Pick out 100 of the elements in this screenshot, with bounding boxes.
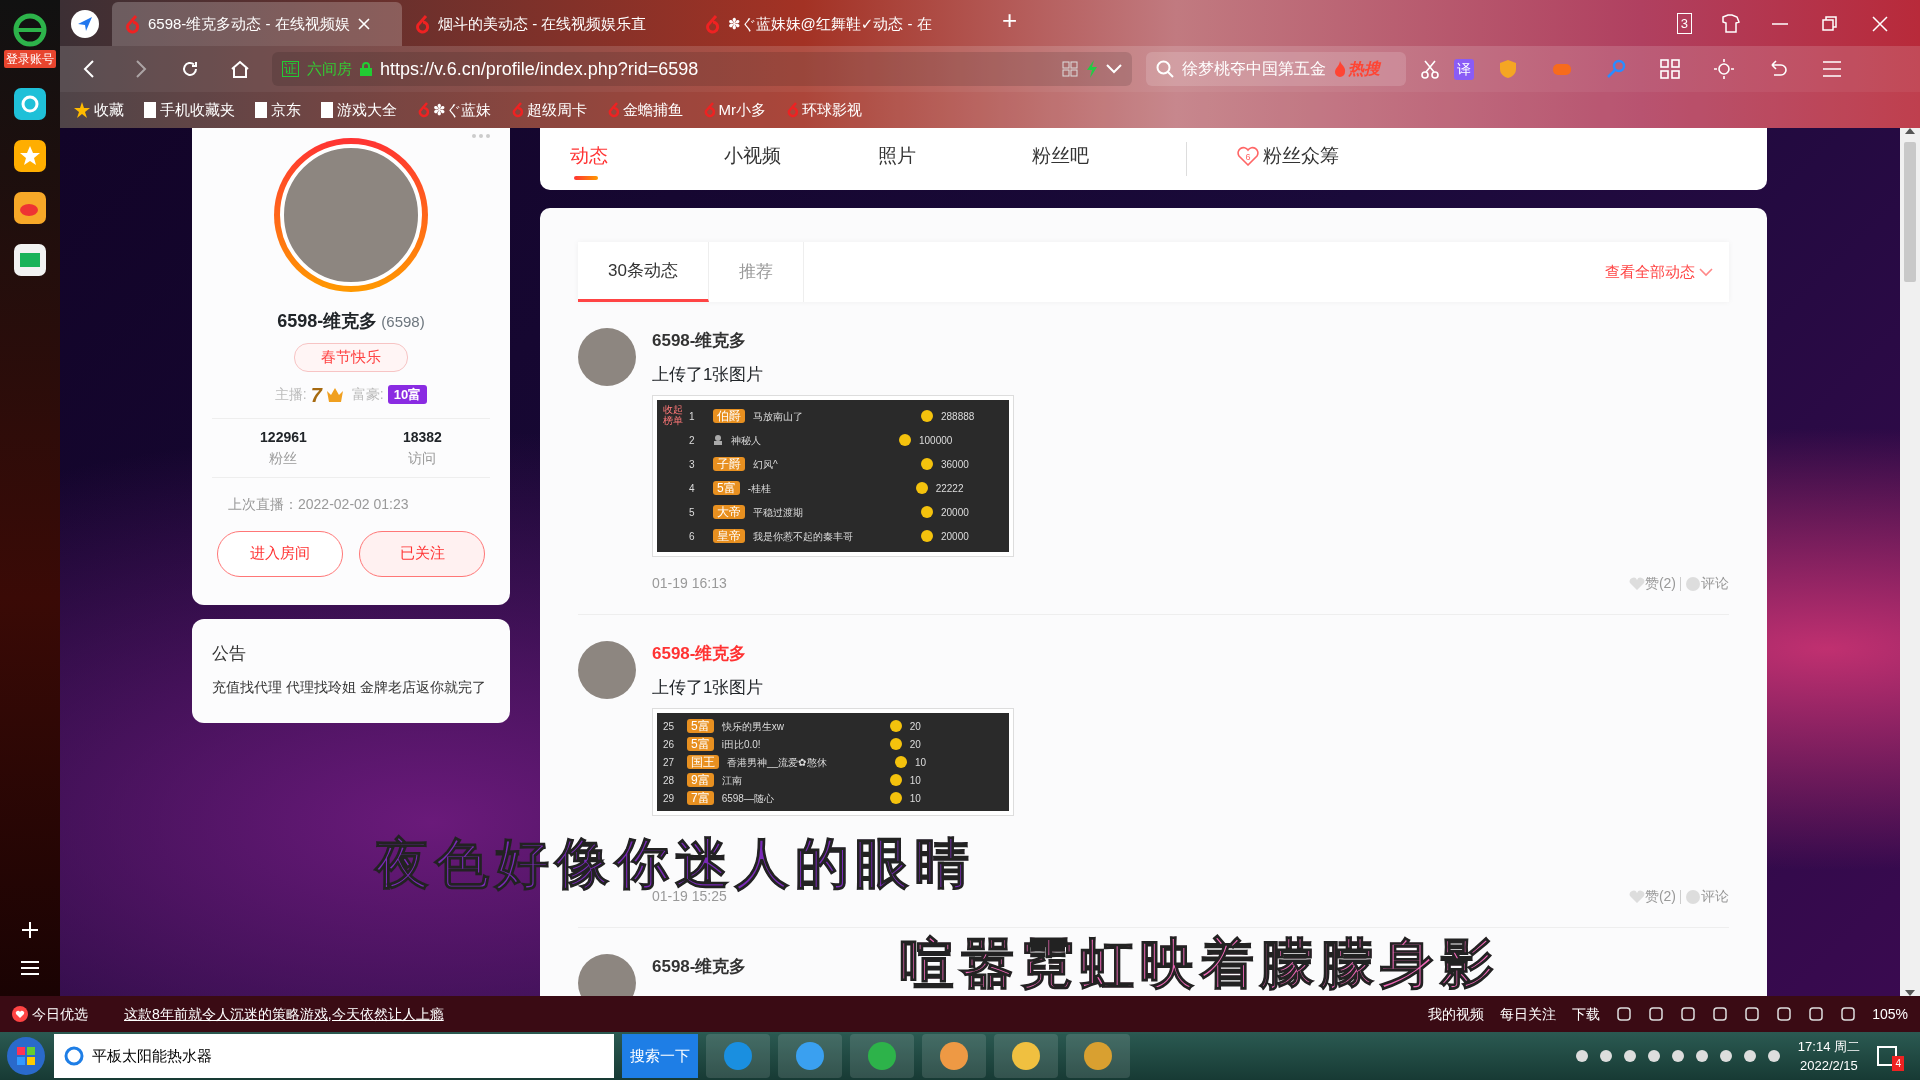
avatar-placeholder bbox=[578, 641, 636, 699]
bookmark-item[interactable]: 金蟾捕鱼 bbox=[606, 98, 683, 122]
rank-number: 2 bbox=[689, 433, 696, 448]
lock-icon bbox=[360, 62, 372, 76]
stat-value: 122961 bbox=[260, 427, 307, 447]
six-logo-icon bbox=[417, 102, 429, 118]
status-link[interactable]: 每日关注 bbox=[1500, 1003, 1557, 1025]
hot-search-label: 热搜 bbox=[1348, 59, 1380, 79]
ranking-name: i田比0.0! bbox=[721, 737, 762, 752]
profile-tab[interactable]: 动态 bbox=[570, 141, 724, 177]
skin-icon[interactable] bbox=[1720, 14, 1740, 34]
bookmark-item[interactable]: 游戏大全 bbox=[321, 98, 397, 122]
translate-button[interactable]: 译 bbox=[1454, 58, 1474, 80]
home-icon[interactable] bbox=[230, 59, 250, 79]
stat-label: 访问 bbox=[407, 448, 438, 468]
close-icon[interactable] bbox=[1870, 14, 1890, 34]
bookmark-item[interactable]: 京东 bbox=[255, 98, 301, 122]
mail-icon[interactable] bbox=[14, 244, 46, 276]
bookmark-item[interactable]: 收藏 bbox=[74, 98, 124, 122]
bookmark-item[interactable]: 超级周卡 bbox=[510, 98, 587, 122]
ranking-name: 马放南山了 bbox=[753, 409, 804, 424]
coin-amount: 288888 bbox=[941, 409, 975, 424]
heart-icon bbox=[1628, 889, 1645, 904]
room-id: (6598) bbox=[381, 312, 425, 332]
anchor-level: 7 bbox=[310, 382, 322, 408]
crown-icon bbox=[325, 386, 344, 403]
screenshot-image[interactable]: 25 5富 快乐的男生xw 20 26 5富 i田比0.0! 20 27 国王 香港男神__流爱✿憨休 10 28 9富 江南 10 29 7富 6598—随心 10 bbox=[652, 708, 1014, 816]
coin-amount: 20000 bbox=[941, 529, 969, 544]
bookmark-item[interactable]: Mr小多 bbox=[702, 98, 767, 122]
ranking-name: 江南 bbox=[721, 773, 743, 788]
ranking-name: 我是你惹不起的秦丰哥 bbox=[753, 529, 854, 544]
undo-icon[interactable] bbox=[1768, 59, 1788, 79]
ranking-name: 香港男神__流爱✿憨休 bbox=[727, 755, 828, 770]
bookmark-item[interactable]: ✽ぐ蓝妹 bbox=[417, 98, 491, 122]
close-icon[interactable] bbox=[357, 18, 370, 30]
post-author[interactable]: 6598-维克多 bbox=[652, 328, 747, 354]
six-logo-icon bbox=[606, 102, 619, 118]
coin-icon bbox=[921, 458, 933, 470]
start-button-icon[interactable] bbox=[6, 1036, 46, 1076]
post-text: 上传了1张图片 bbox=[652, 363, 764, 386]
add-icon[interactable] bbox=[20, 920, 40, 940]
site-name: 六间房 bbox=[307, 58, 352, 79]
view-all-link[interactable]: 查看全部动态 bbox=[1605, 242, 1713, 302]
url-text: https://v.6.cn/profile/index.php?rid=6598 bbox=[380, 57, 699, 81]
coin-icon bbox=[889, 792, 902, 804]
status-link[interactable]: 下载 bbox=[1572, 1003, 1601, 1025]
rank-number: 29 bbox=[663, 791, 676, 806]
menu-icon[interactable] bbox=[1822, 59, 1842, 79]
news-link[interactable]: 这款8年前就令人沉迷的策略游戏,今天依然让人上瘾 bbox=[124, 1003, 444, 1025]
clock-time: 17:14 周二 bbox=[1797, 1037, 1860, 1056]
rank-number: 25 bbox=[663, 719, 676, 734]
grid-icon[interactable] bbox=[1660, 59, 1680, 79]
bookmark-item[interactable]: 环球影视 bbox=[786, 98, 863, 122]
browser-tab[interactable]: 6598-维克多动态 - 在线视频娱 bbox=[112, 2, 402, 46]
ranking-name: 快乐的男生xw bbox=[721, 719, 785, 734]
rank-number: 3 bbox=[689, 457, 696, 472]
post-author[interactable]: 6598-维克多 bbox=[652, 954, 747, 980]
coin-amount: 10 bbox=[915, 755, 927, 770]
post-author[interactable]: 6598-维克多 bbox=[652, 641, 747, 667]
level-badge: 9富 bbox=[687, 772, 714, 788]
profile-button[interactable]: 进入房间 bbox=[217, 530, 343, 577]
avatar-placeholder bbox=[578, 328, 636, 386]
profile-tab[interactable]: 小视频 bbox=[724, 141, 878, 177]
ranking-name: 神秘人 bbox=[731, 433, 762, 448]
address-bar[interactable]: 证 六间房 https://v.6.cn/profile/index.php?rid=6598 bbox=[272, 52, 1132, 86]
new-tab-button[interactable]: + bbox=[1002, 1, 1018, 40]
level-badge: 5富 bbox=[713, 480, 740, 496]
feed-tab[interactable]: 30条动态 bbox=[578, 242, 709, 302]
page-icon bbox=[321, 102, 333, 118]
six-logo-icon bbox=[414, 14, 430, 34]
tab-count[interactable]: 3 bbox=[1676, 12, 1692, 34]
star-icon bbox=[74, 102, 90, 118]
scrollbar-thumb[interactable] bbox=[1904, 142, 1916, 282]
user-icon bbox=[713, 435, 723, 445]
rank-number: 6 bbox=[689, 529, 696, 544]
bookmark-item[interactable]: 手机收藏夹 bbox=[144, 98, 235, 122]
browser-tab[interactable]: 烟斗的美动态 - 在线视频娱乐直 bbox=[402, 2, 692, 46]
navigate-icon[interactable] bbox=[70, 9, 100, 39]
scrollbar[interactable] bbox=[1900, 128, 1920, 996]
coin-icon bbox=[889, 720, 902, 732]
taskbar-search-field[interactable]: 平板太阳能热水器 bbox=[54, 1034, 614, 1078]
profile-tab[interactable]: 粉丝吧 bbox=[1032, 141, 1186, 177]
browser-tab[interactable]: ✽ぐ蓝妹妹@红舞鞋✓动态 - 在 bbox=[692, 2, 982, 46]
login-label[interactable]: 登录账号 bbox=[4, 50, 56, 68]
coin-amount: 20000 bbox=[941, 505, 969, 520]
tag-badge: 春节快乐 bbox=[294, 343, 408, 372]
search-button[interactable]: 搜索一下 bbox=[622, 1034, 698, 1078]
scissors-icon[interactable] bbox=[1420, 59, 1440, 79]
profile-tab[interactable]: 照片 bbox=[878, 141, 1032, 177]
zoom-level[interactable]: 105% bbox=[1872, 1003, 1908, 1025]
daily-picks-link[interactable]: 今日优选 bbox=[12, 1003, 88, 1025]
reload-icon[interactable] bbox=[180, 59, 200, 79]
sun-icon[interactable] bbox=[1714, 59, 1734, 79]
level-badge: 大帝 bbox=[713, 504, 745, 520]
post-time: 01-19 15:25 bbox=[652, 888, 727, 906]
list-icon[interactable] bbox=[21, 960, 39, 976]
chevron-down-icon[interactable] bbox=[1106, 64, 1122, 74]
status-link[interactable]: 我的视频 bbox=[1428, 1003, 1485, 1025]
restore-icon[interactable] bbox=[1820, 14, 1840, 34]
profile-tab[interactable]: 6 粉丝众筹 bbox=[1186, 141, 1339, 177]
